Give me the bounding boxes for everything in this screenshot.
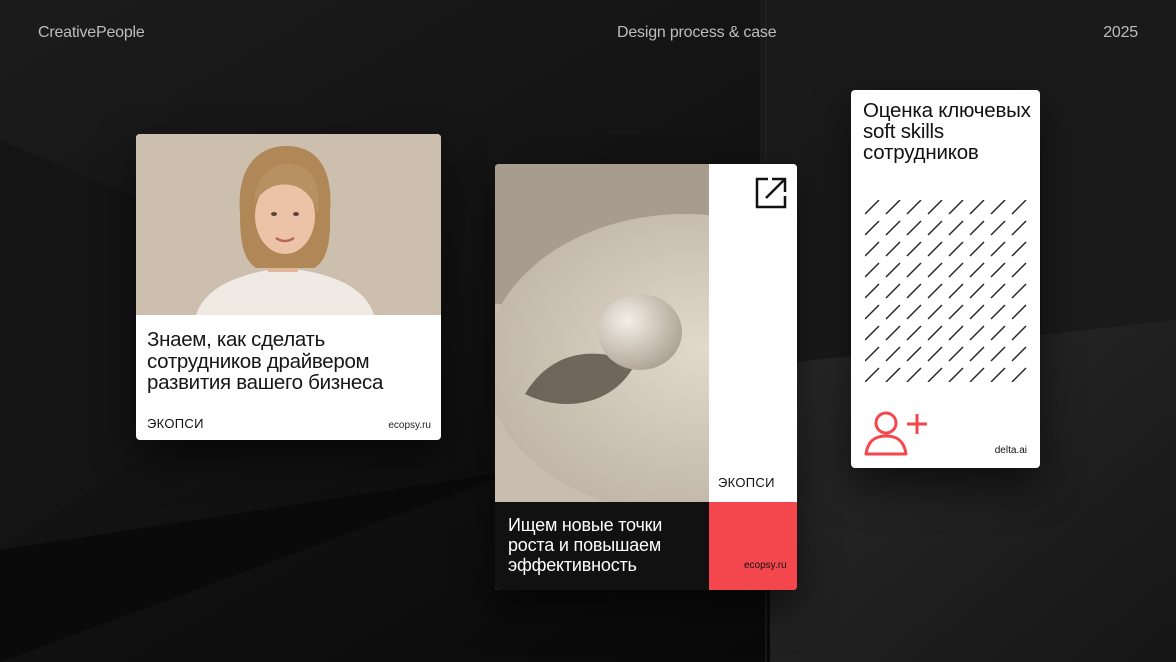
external-link-icon xyxy=(755,177,787,209)
slash-mark xyxy=(990,200,1006,215)
slash-mark xyxy=(865,220,880,236)
banner-card-soft-skills: Оценка ключевых soft skills сотрудников … xyxy=(851,90,1040,468)
slash-mark xyxy=(948,262,964,278)
slash-mark xyxy=(885,346,901,362)
slash-mark xyxy=(969,262,985,278)
slash-mark xyxy=(1011,262,1027,278)
slash-mark xyxy=(990,346,1006,362)
slash-mark xyxy=(927,346,943,362)
card3-domain: delta.ai xyxy=(994,445,1027,456)
slash-mark xyxy=(969,241,985,257)
slash-mark xyxy=(906,304,922,320)
slash-mark xyxy=(865,200,880,215)
banner-card-portrait: Знаем, как сделать сотрудников драйвером… xyxy=(136,134,441,440)
slash-mark xyxy=(865,241,880,257)
slash-mark xyxy=(1011,304,1027,320)
card1-headline: Знаем, как сделать сотрудников драйвером… xyxy=(147,328,384,394)
banner-card-egg: ЭКОПСИ Ищем новые точки роста и повышаем… xyxy=(495,164,797,590)
slash-mark xyxy=(948,283,964,299)
slash-pattern xyxy=(865,200,1027,382)
slash-mark xyxy=(969,325,985,341)
slash-mark xyxy=(906,220,922,236)
slash-mark xyxy=(927,304,943,320)
slash-mark xyxy=(969,304,985,320)
brand-name: CreativePeople xyxy=(38,24,145,41)
portrait-photo xyxy=(136,134,441,315)
slash-mark xyxy=(1011,241,1027,257)
slash-mark xyxy=(927,220,943,236)
slash-mark xyxy=(948,220,964,236)
slash-mark xyxy=(1011,220,1027,236)
slash-mark xyxy=(969,220,985,236)
slash-mark xyxy=(885,262,901,278)
slash-mark xyxy=(990,262,1006,278)
slash-mark xyxy=(906,283,922,299)
slash-mark xyxy=(927,262,943,278)
slash-mark xyxy=(927,200,943,215)
slash-mark xyxy=(906,367,922,382)
slash-mark xyxy=(948,241,964,257)
slash-mark xyxy=(969,346,985,362)
slash-mark xyxy=(885,241,901,257)
card2-accent-block xyxy=(709,502,797,590)
slash-mark xyxy=(990,241,1006,257)
slash-mark xyxy=(948,346,964,362)
slash-mark xyxy=(927,283,943,299)
slash-mark xyxy=(865,262,880,278)
slash-mark xyxy=(948,200,964,215)
slash-mark xyxy=(927,367,943,382)
slash-mark xyxy=(948,325,964,341)
slash-mark xyxy=(885,325,901,341)
slash-mark xyxy=(885,304,901,320)
slash-mark xyxy=(1011,367,1027,382)
slash-mark xyxy=(885,367,901,382)
card2-headline: Ищем новые точки роста и повышаем эффект… xyxy=(508,515,663,575)
slash-mark xyxy=(1011,283,1027,299)
slash-mark xyxy=(865,346,880,362)
slash-mark xyxy=(906,346,922,362)
slash-mark xyxy=(990,283,1006,299)
year-label: 2025 xyxy=(1103,24,1138,41)
slash-mark xyxy=(927,241,943,257)
slash-mark xyxy=(906,241,922,257)
slash-mark xyxy=(969,200,985,215)
slash-mark xyxy=(865,304,880,320)
slash-mark xyxy=(865,325,880,341)
slash-mark xyxy=(865,367,880,382)
slash-mark xyxy=(990,304,1006,320)
card3-headline: Оценка ключевых soft skills сотрудников xyxy=(863,99,1031,164)
slash-mark xyxy=(969,283,985,299)
card2-domain: ecopsy.ru xyxy=(744,560,787,571)
slash-mark xyxy=(906,200,922,215)
slash-mark xyxy=(990,220,1006,236)
slash-mark xyxy=(969,367,985,382)
slash-mark xyxy=(990,367,1006,382)
slash-mark xyxy=(885,220,901,236)
ecopsy-logo: ЭКОПСИ xyxy=(718,475,775,490)
slash-mark xyxy=(1011,325,1027,341)
slash-mark xyxy=(885,200,901,215)
slash-mark xyxy=(906,325,922,341)
page-subtitle: Design process & case xyxy=(617,24,777,41)
slash-mark xyxy=(927,325,943,341)
slash-mark xyxy=(990,325,1006,341)
slash-mark xyxy=(948,367,964,382)
slash-mark xyxy=(1011,346,1027,362)
egg-photo xyxy=(495,164,709,502)
slash-mark xyxy=(1011,200,1027,215)
card2-side-panel xyxy=(709,164,797,502)
ecopsy-logo: ЭКОПСИ xyxy=(147,416,204,431)
slash-mark xyxy=(906,262,922,278)
slash-mark xyxy=(885,283,901,299)
card1-domain: ecopsy.ru xyxy=(388,420,431,431)
add-user-icon xyxy=(864,411,927,456)
slash-mark xyxy=(865,283,880,299)
slash-mark xyxy=(948,304,964,320)
